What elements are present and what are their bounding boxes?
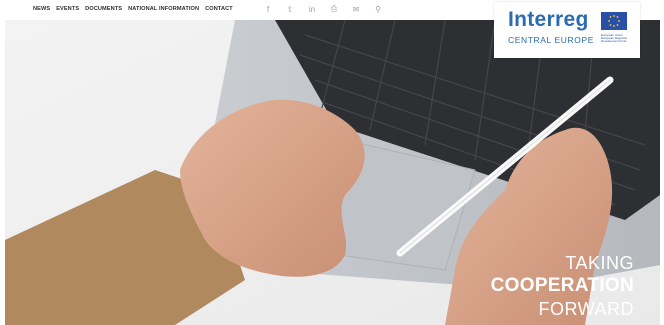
tagline-line-2: COOPERATION <box>490 275 634 296</box>
linkedin-icon[interactable]: in <box>306 3 318 15</box>
main-nav: NEWS EVENTS DOCUMENTS NATIONAL INFORMATI… <box>33 6 233 12</box>
logo-subtitle: CENTRAL EUROPE <box>508 35 595 45</box>
print-icon[interactable]: ⎙ <box>328 3 340 15</box>
logo-wordmark: Interreg <box>508 8 589 31</box>
hero-tagline: TAKING COOPERATION FORWARD <box>491 252 634 320</box>
interreg-logo[interactable]: Interreg CENTRAL EUROPE European Union E… <box>494 2 640 58</box>
tagline-line-3: FORWARD <box>538 299 634 319</box>
nav-events-link[interactable]: EVENTS <box>56 6 79 12</box>
search-icon[interactable]: ⚲ <box>372 3 384 15</box>
nav-documents-link[interactable]: DOCUMENTS <box>85 6 122 12</box>
hero-banner: TAKING COOPERATION FORWARD <box>5 20 660 325</box>
nav-national-information-link[interactable]: NATIONAL INFORMATION <box>128 6 199 12</box>
tagline-line-1: TAKING <box>565 253 634 273</box>
mail-icon[interactable]: ✉ <box>350 3 362 15</box>
nav-contact-link[interactable]: CONTACT <box>205 6 233 12</box>
twitter-icon[interactable]: 𝕥 <box>284 3 296 15</box>
social-toolbar: f 𝕥 in ⎙ ✉ ⚲ <box>262 3 384 15</box>
facebook-icon[interactable]: f <box>262 3 274 15</box>
eu-fund-text: European Union European Regional Develop… <box>601 33 627 44</box>
nav-news-link[interactable]: NEWS <box>33 6 50 12</box>
eu-flag-icon <box>601 12 627 30</box>
